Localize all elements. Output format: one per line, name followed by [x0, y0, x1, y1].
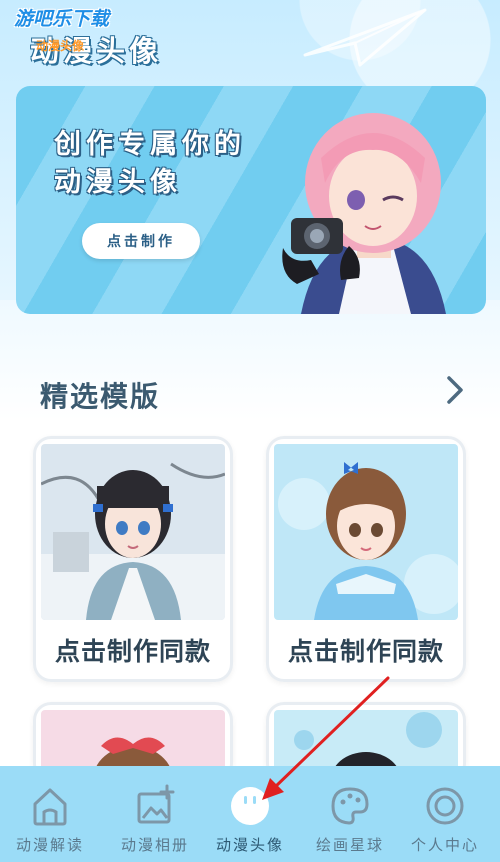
chevron-right-icon [447, 376, 463, 404]
section-more-button[interactable] [438, 372, 472, 408]
watermark-text: 游吧乐下载 [14, 8, 110, 30]
watermark-logo: 游吧乐下载 动漫头像 [14, 8, 110, 53]
watermark-subtext: 动漫头像 [36, 39, 85, 53]
tab-anime-album[interactable]: 动漫相册 [105, 766, 205, 862]
template-card-label: 点击制作同款 [54, 637, 211, 666]
tab-label: 个人中心 [410, 836, 479, 854]
face-icon [231, 787, 269, 825]
paper-plane-decoration [303, 8, 427, 67]
tab-anime-reading[interactable]: 动漫解读 [0, 766, 100, 862]
bottom-tab-bar: 动漫解读 动漫相册 动漫头像 绘画星球 个人中心 [0, 766, 500, 862]
template-card[interactable]: 点击制作同款 [266, 436, 466, 682]
banner-title: 创作专属你的动漫头像 [54, 129, 246, 198]
section-title: 精选模版 [40, 380, 161, 413]
template-thumbnail [41, 444, 225, 620]
template-thumbnail [274, 444, 458, 620]
tab-anime-avatar[interactable]: 动漫头像 [200, 766, 300, 862]
tab-label: 绘画星球 [315, 836, 384, 854]
create-banner[interactable]: 创作专属你的动漫头像 点击制作 [16, 86, 486, 314]
tab-label: 动漫解读 [15, 836, 84, 854]
profile-ring-icon [426, 787, 464, 825]
tab-personal-center[interactable]: 个人中心 [395, 766, 495, 862]
banner-illustration [282, 113, 446, 314]
tab-label: 动漫头像 [215, 836, 284, 854]
create-now-button[interactable]: 点击制作 [82, 223, 200, 259]
template-card[interactable]: 点击制作同款 [33, 436, 233, 682]
palette-icon [331, 787, 369, 825]
template-card-label: 点击制作同款 [287, 637, 444, 666]
tab-label: 动漫相册 [120, 836, 189, 854]
photo-add-icon [137, 784, 175, 824]
tab-drawing-planet[interactable]: 绘画星球 [300, 766, 400, 862]
house-icon [33, 788, 67, 826]
